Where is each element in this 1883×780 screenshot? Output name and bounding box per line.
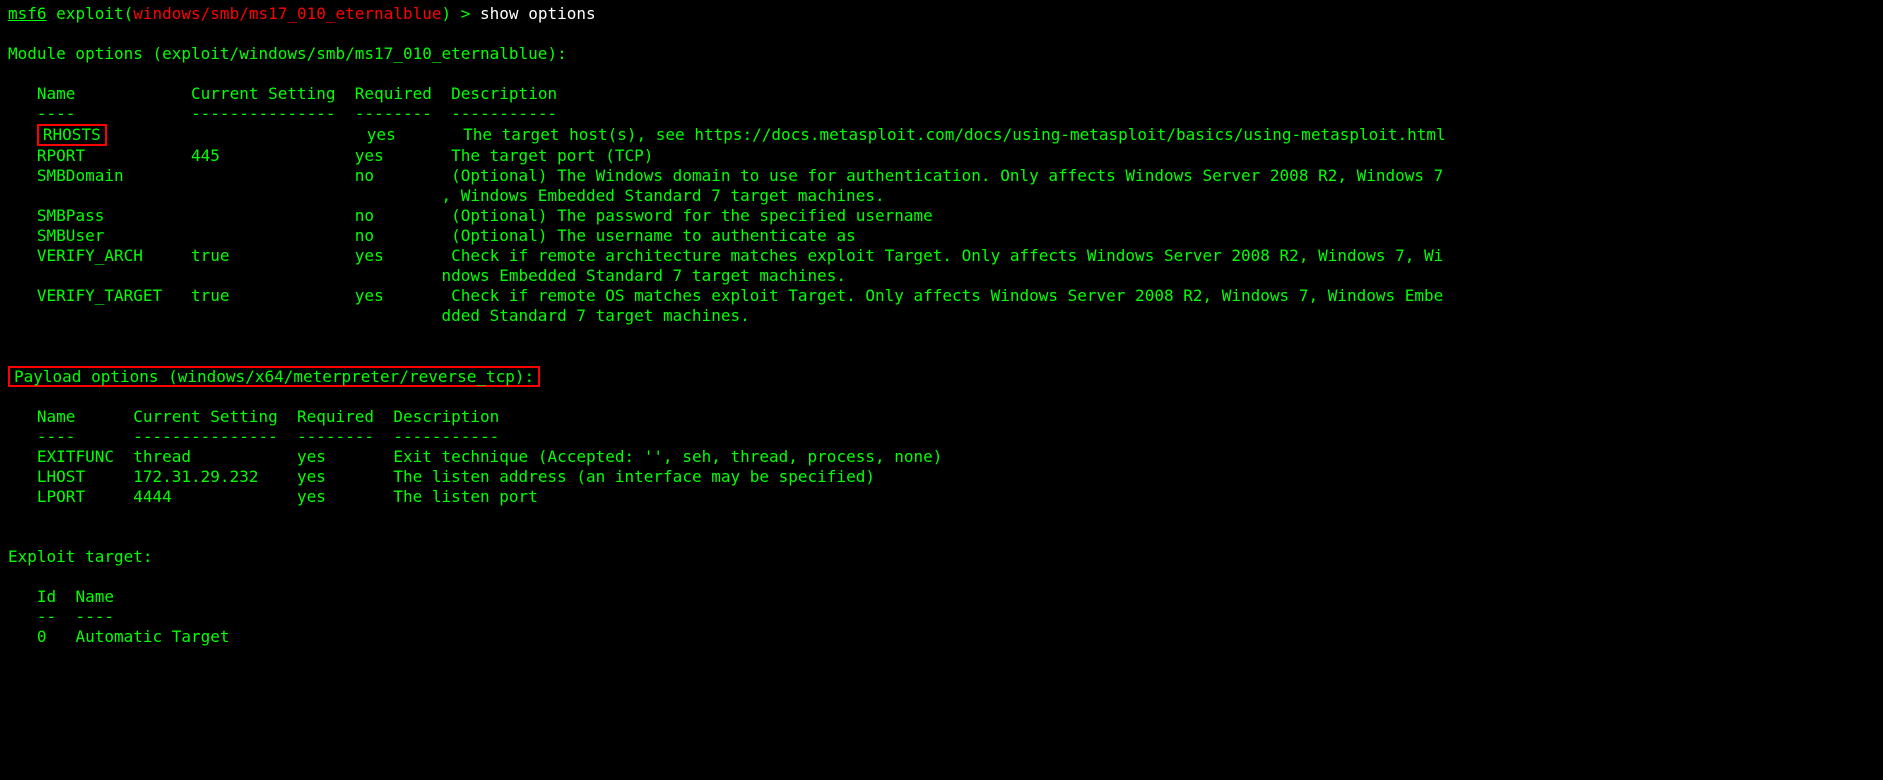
module-path: windows/smb/ms17_010_eternalblue — [133, 4, 441, 23]
highlight-rhosts: RHOSTS — [37, 124, 107, 146]
command-text: show options — [480, 4, 596, 23]
msf-label: msf6 — [8, 4, 47, 23]
exploit-target-header: Exploit target: — [8, 547, 153, 566]
prompt-line[interactable]: msf6 exploit(windows/smb/ms17_010_eterna… — [8, 4, 596, 23]
module-options-header: Module options (exploit/windows/smb/ms17… — [8, 44, 567, 63]
terminal-output: msf6 exploit(windows/smb/ms17_010_eterna… — [0, 0, 1883, 651]
exploit-label: exploit( — [56, 4, 133, 23]
highlight-payload-header: Payload options (windows/x64/meterpreter… — [8, 366, 540, 388]
